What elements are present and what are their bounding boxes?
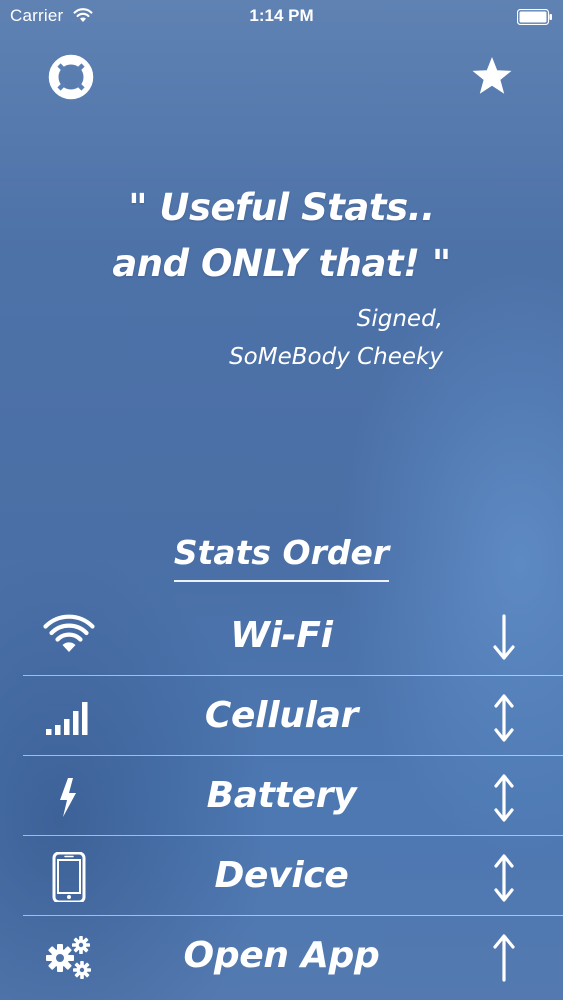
stat-label-open-app: Open App	[183, 935, 380, 976]
favorite-button[interactable]	[470, 54, 514, 98]
stat-label-cellular: Cellular	[204, 695, 359, 736]
arrow-up-down-icon[interactable]	[486, 772, 522, 824]
stat-label-device: Device	[214, 855, 349, 896]
stat-row-cellular[interactable]: Cellular	[0, 676, 563, 756]
signature-line-1: Signed,	[356, 306, 443, 332]
stats-order-title-text: Stats Order	[173, 528, 390, 582]
status-bar: Carrier 1:14 PM	[0, 0, 563, 34]
arrow-up-down-icon[interactable]	[486, 692, 522, 744]
help-button[interactable]	[48, 54, 94, 100]
stats-order-list: Wi-Fi Cellular Battery Device Open App	[0, 596, 563, 996]
arrow-up-icon[interactable]	[486, 932, 522, 984]
quote-signature: Signed, SoMeBody Cheeky	[229, 300, 443, 376]
lifebuoy-icon	[48, 54, 94, 100]
signature-line-2: SoMeBody Cheeky	[229, 344, 443, 370]
stat-row-wifi[interactable]: Wi-Fi	[0, 596, 563, 676]
stat-row-device[interactable]: Device	[0, 836, 563, 916]
stats-order-title: Stats Order	[0, 528, 563, 582]
stat-row-open-app[interactable]: Open App	[0, 916, 563, 996]
arrow-down-icon[interactable]	[486, 612, 522, 664]
battery-status-icon	[517, 9, 552, 25]
arrow-up-down-icon[interactable]	[486, 852, 522, 904]
quote-line-1: " Useful Stats..	[128, 186, 435, 229]
quote-line-2: and ONLY that! "	[112, 242, 451, 285]
tagline-quote: " Useful Stats.. and ONLY that! "	[0, 180, 563, 292]
stat-label-battery: Battery	[206, 775, 357, 816]
stat-label-wifi: Wi-Fi	[230, 615, 333, 656]
status-time: 1:14 PM	[249, 6, 314, 25]
stat-row-battery[interactable]: Battery	[0, 756, 563, 836]
app-screen: Carrier 1:14 PM " Useful Stats.. and ONL…	[0, 0, 563, 1000]
star-icon	[472, 57, 512, 94]
